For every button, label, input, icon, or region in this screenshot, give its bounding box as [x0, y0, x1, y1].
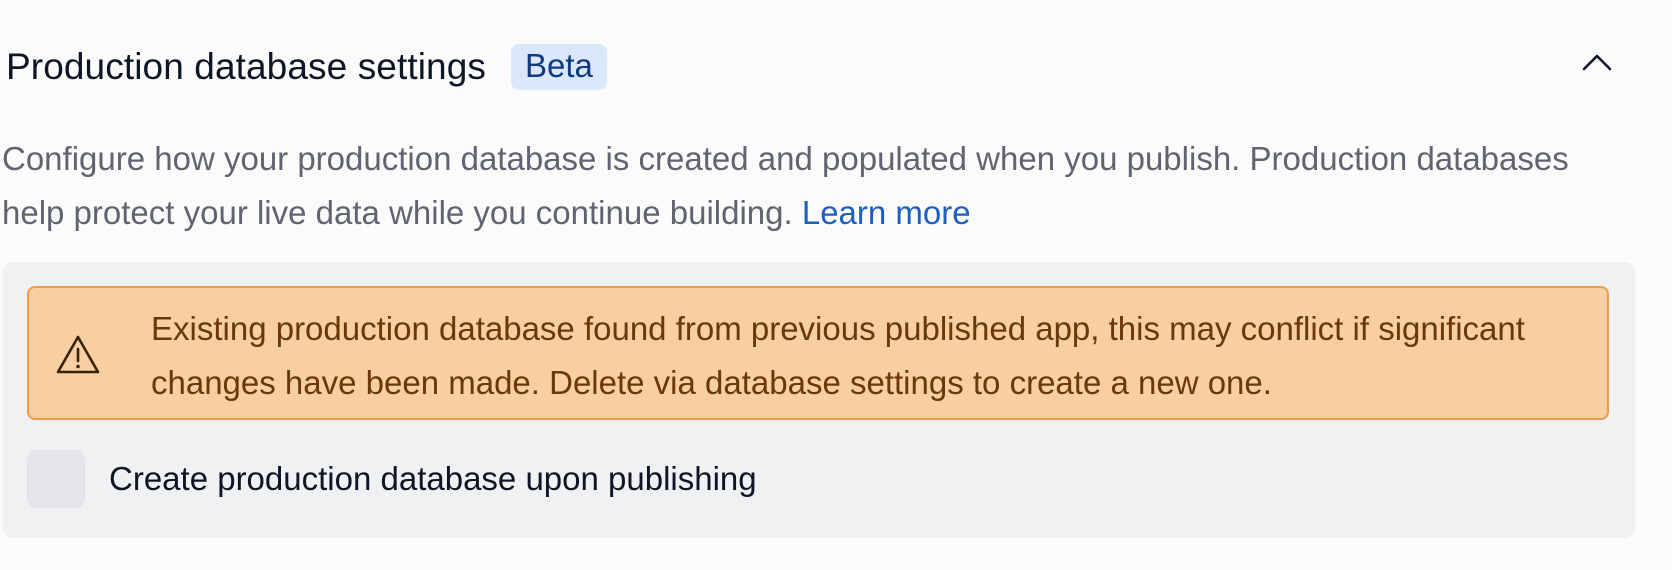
- warning-message: Existing production database found from …: [151, 310, 1525, 401]
- checkbox-label: Create production database upon publishi…: [109, 460, 757, 497]
- settings-panel: Existing production database found from …: [3, 262, 1635, 538]
- section-description: Configure how your production database i…: [2, 132, 1622, 240]
- section-title: Production database settings: [6, 46, 487, 87]
- warning-callout: Existing production database found from …: [27, 286, 1609, 420]
- production-database-settings-section: Production database settings Beta Config…: [0, 0, 1672, 570]
- create-production-database-option[interactable]: Create production database upon publishi…: [27, 450, 757, 508]
- warning-triangle-icon: [56, 335, 100, 374]
- create-production-database-checkbox[interactable]: [27, 450, 85, 508]
- collapse-section-button[interactable]: [1572, 40, 1622, 84]
- chevron-up-icon: [1582, 54, 1612, 71]
- learn-more-link[interactable]: Learn more: [802, 194, 971, 231]
- section-header: Production database settings Beta: [6, 44, 607, 90]
- description-text: Configure how your production database i…: [2, 140, 1569, 231]
- beta-badge: Beta: [511, 44, 607, 90]
